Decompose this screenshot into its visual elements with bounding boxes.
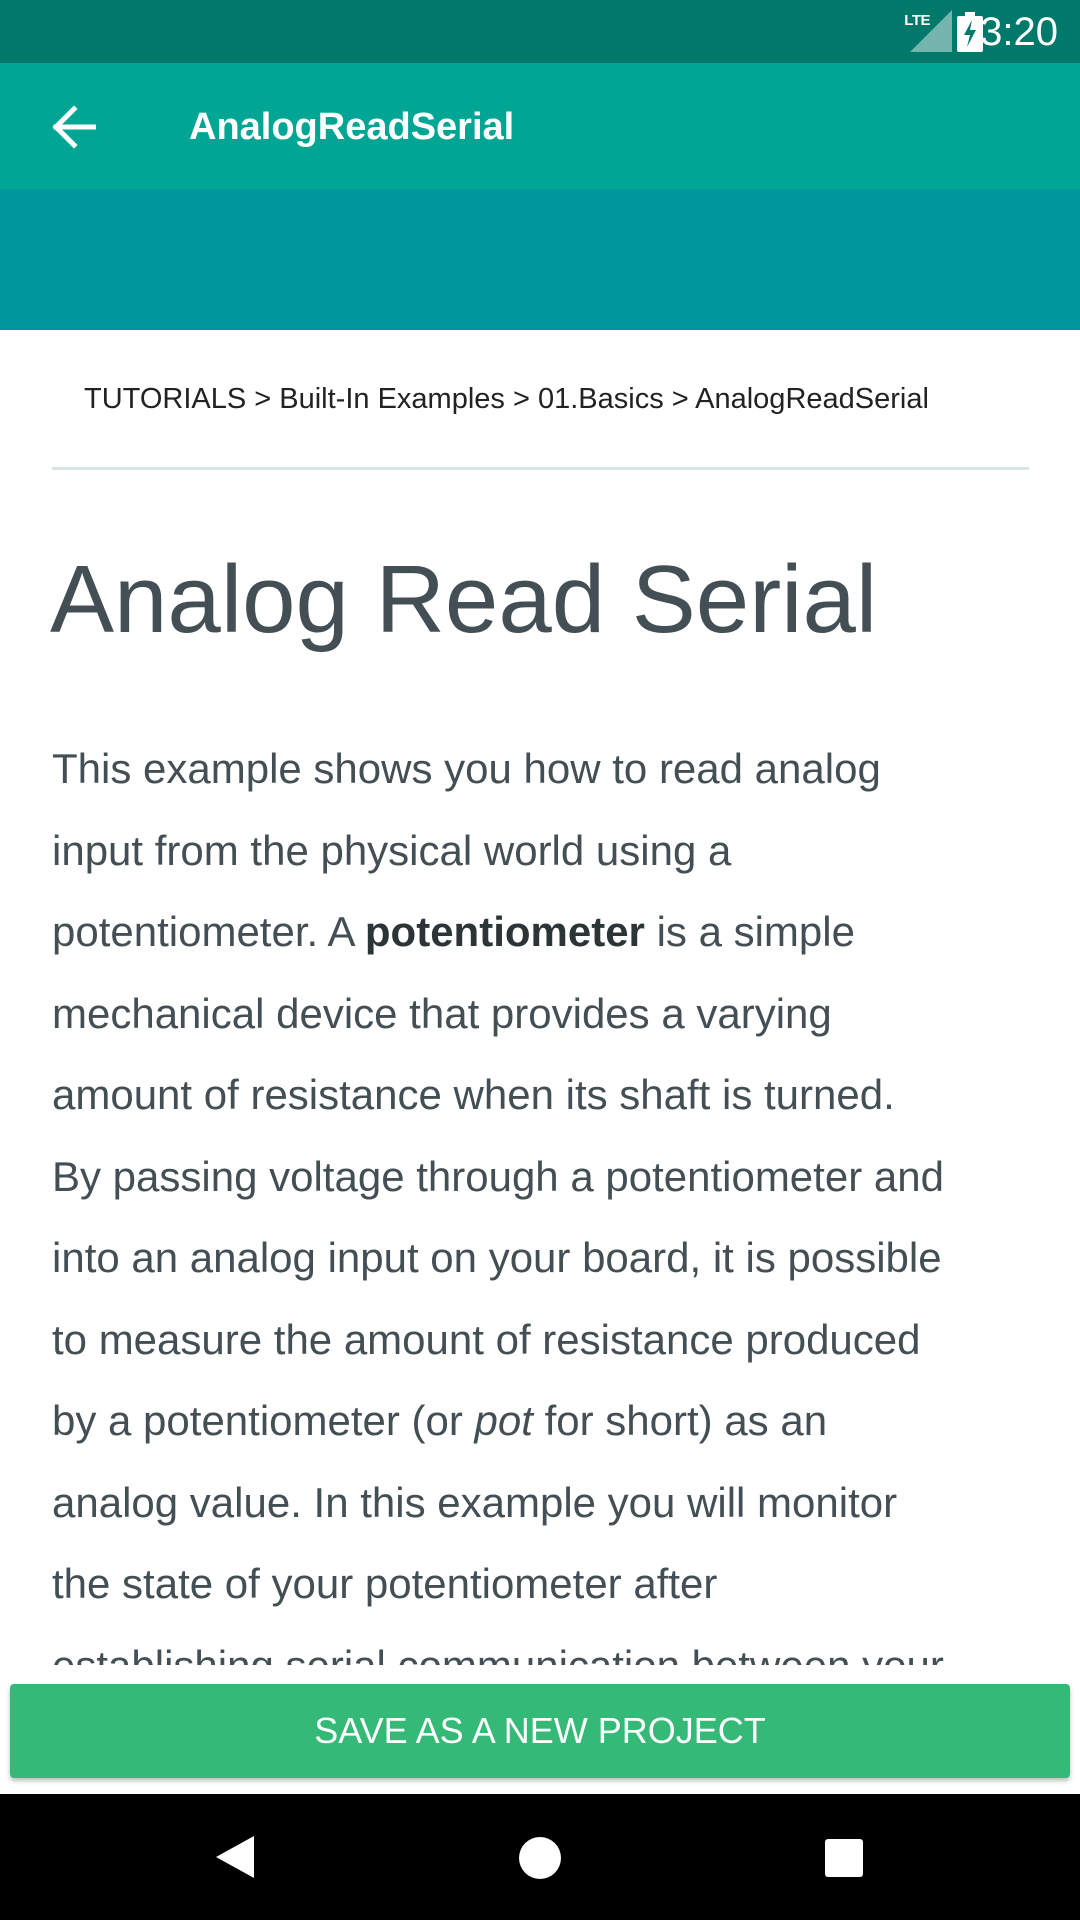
paragraph-line: into an analog input on your board, it i…: [52, 1234, 942, 1281]
paragraph-text: is a simple: [644, 908, 855, 955]
paragraph-line: mechanical device that provides a varyin…: [52, 989, 832, 1037]
article-paragraph: This example shows you how to read analo…: [52, 728, 1037, 1668]
nav-home-icon[interactable]: [518, 1836, 562, 1880]
header-banner: [0, 189, 1080, 330]
paragraph-text: by a potentiometer (or: [52, 1397, 475, 1444]
paragraph-line: input from the physical world using a: [52, 826, 732, 874]
paragraph-line: the state of your potentiometer after: [52, 1560, 718, 1607]
paragraph-line: potentiometer. A potentiometer is a simp…: [52, 891, 1037, 973]
paragraph-line: By passing voltage through a potentiomet…: [52, 1152, 944, 1200]
arrow-back-icon[interactable]: [50, 105, 96, 149]
nav-recents-icon[interactable]: [824, 1838, 864, 1878]
battery-charging-icon: [957, 12, 983, 52]
paragraph-line: to measure the amount of resistance prod…: [52, 1315, 921, 1363]
breadcrumb[interactable]: TUTORIALS > Built-In Examples > 01.Basic…: [84, 379, 1044, 419]
page-title: Analog Read Serial: [50, 546, 878, 653]
status-bar: LTE 3:20: [0, 0, 1080, 63]
paragraph-line: This example shows you how to read analo…: [52, 745, 881, 792]
app-bar: [0, 63, 1080, 189]
paragraph-text: potentiometer. A: [52, 908, 365, 955]
paragraph-line: analog value. In this example you will m…: [52, 1478, 898, 1526]
paragraph-line: establishing serial communication betwee…: [52, 1641, 944, 1669]
italic-term: pot: [474, 1397, 533, 1444]
bold-term: potentiometer: [364, 908, 645, 955]
divider: [52, 467, 1029, 470]
paragraph-text: for short) as an: [532, 1397, 828, 1444]
nav-back-icon[interactable]: [214, 1834, 256, 1880]
paragraph-line: by a potentiometer (or pot for short) as…: [52, 1380, 1037, 1462]
status-time: 3:20: [980, 10, 1058, 54]
app-title: AnalogReadSerial: [189, 106, 515, 148]
paragraph-line: amount of resistance when its shaft is t…: [52, 1071, 895, 1118]
signal-icon: [910, 10, 952, 52]
save-as-new-project-button[interactable]: SAVE AS A NEW PROJECT: [10, 1684, 1070, 1778]
